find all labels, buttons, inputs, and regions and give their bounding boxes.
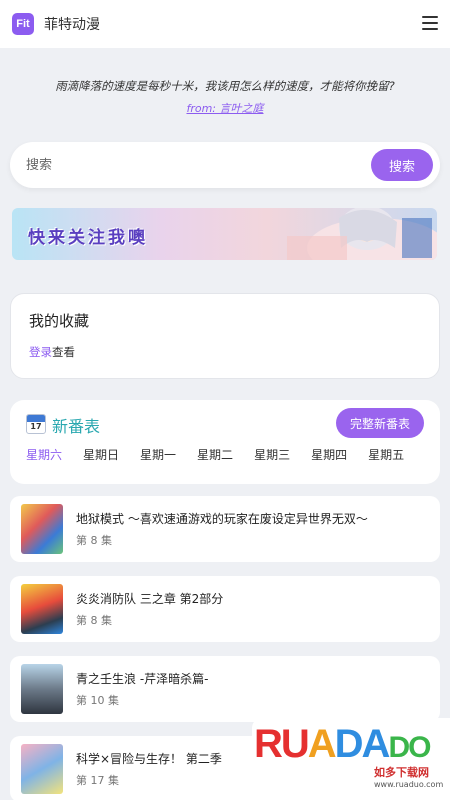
tab-saturday[interactable]: 星期六: [26, 446, 62, 463]
calendar-icon: 17: [26, 414, 46, 434]
anime-item[interactable]: 地狱模式 ～喜欢速通游戏的玩家在废设定异世界无双～ 第 8 集: [10, 496, 440, 562]
quote-source-link[interactable]: from: 言叶之庭: [0, 100, 450, 116]
app-logo[interactable]: Fit: [12, 13, 34, 35]
anime-episode: 第 8 集: [76, 614, 112, 627]
anime-title: 地狱模式 ～喜欢速通游戏的玩家在废设定异世界无双～: [76, 512, 368, 526]
top-bar: Fit 菲特动漫: [0, 0, 450, 48]
favorites-title: 我的收藏: [29, 312, 90, 330]
anime-episode: 第 8 集: [76, 534, 112, 547]
schedule-title: 新番表: [52, 417, 101, 436]
promo-banner[interactable]: 快来关注我噢: [12, 208, 437, 260]
tab-friday[interactable]: 星期五: [368, 446, 404, 463]
tab-sunday[interactable]: 星期日: [83, 446, 119, 463]
anime-title: 炎炎消防队 三之章 第2部分: [76, 592, 224, 606]
anime-item[interactable]: 青之壬生浪 -芹泽暗杀篇- 第 10 集: [10, 656, 440, 722]
anime-cover: [21, 584, 63, 634]
anime-cover: [21, 664, 63, 714]
search-bar: 搜索: [10, 142, 440, 188]
quote-text: 雨滴降落的速度是每秒十米，我该用怎么样的速度，才能将你挽留?: [55, 79, 395, 93]
full-schedule-button[interactable]: 完整新番表: [336, 408, 424, 438]
anime-item[interactable]: 炎炎消防队 三之章 第2部分 第 8 集: [10, 576, 440, 642]
search-input[interactable]: [26, 150, 356, 180]
watermark-url: www.ruaduo.com: [374, 780, 444, 789]
banner-illustration: [287, 208, 437, 260]
site-watermark: RUADADO 如多下载网 www.ruaduo.com: [252, 718, 450, 800]
banner-text: 快来关注我噢: [28, 228, 148, 248]
anime-title: 科学×冒险与生存！ 第二季: [76, 752, 222, 766]
anime-episode: 第 10 集: [76, 694, 119, 707]
anime-episode: 第 17 集: [76, 774, 119, 787]
app-title: 菲特动漫: [44, 17, 100, 33]
hamburger-menu-icon[interactable]: [422, 16, 438, 30]
search-button[interactable]: 搜索: [371, 149, 433, 181]
watermark-logo: RUADADO: [254, 722, 431, 766]
weekday-tabs: 星期六 星期日 星期一 星期二 星期三 星期四 星期五: [26, 446, 425, 463]
tab-tuesday[interactable]: 星期二: [197, 446, 233, 463]
anime-cover: [21, 504, 63, 554]
login-link[interactable]: 登录: [29, 345, 52, 359]
tab-wednesday[interactable]: 星期三: [254, 446, 290, 463]
schedule-card: 17 新番表 完整新番表 星期六 星期日 星期一 星期二 星期三 星期四 星期五: [10, 400, 440, 484]
login-suffix: 查看: [52, 345, 75, 359]
favorites-card: 我的收藏 登录查看: [10, 293, 440, 379]
watermark-cn: 如多下载网: [374, 766, 429, 779]
tab-thursday[interactable]: 星期四: [311, 446, 347, 463]
tab-monday[interactable]: 星期一: [140, 446, 176, 463]
anime-cover: [21, 744, 63, 794]
favorites-login-hint: 登录查看: [29, 344, 75, 360]
anime-title: 青之壬生浪 -芹泽暗杀篇-: [76, 672, 209, 686]
